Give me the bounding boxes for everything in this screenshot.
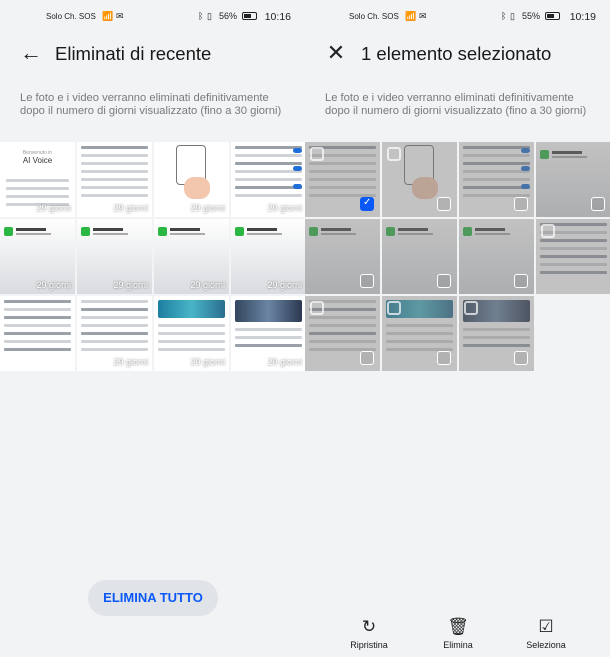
media-thumbnail[interactable]: 29 giorni <box>0 219 75 294</box>
restore-icon: ↻ <box>361 617 377 636</box>
select-label: Seleziona <box>526 640 566 650</box>
carrier-text: Solo Ch. SOS <box>349 12 399 21</box>
battery-icon <box>240 11 257 21</box>
media-thumbnail[interactable] <box>305 296 380 371</box>
media-thumbnail[interactable]: 29 giorni <box>154 219 229 294</box>
days-remaining: 29 giorni <box>190 280 225 290</box>
vibrate-icon: ▯ <box>207 11 212 21</box>
selection-checkbox[interactable] <box>437 197 451 211</box>
trash-icon: 🗑 <box>447 617 469 636</box>
media-thumbnail[interactable] <box>0 296 75 371</box>
title-bar: ✕ 1 elemento selezionato <box>305 38 610 70</box>
restore-label: Ripristina <box>350 640 388 650</box>
selection-checkbox[interactable] <box>514 351 528 365</box>
status-bar: Solo Ch. SOS 📶 ✉ ᛒ ▯ 55% 10:19 <box>305 9 610 25</box>
media-thumbnail[interactable]: 29 giorni <box>77 296 152 371</box>
media-thumbnail[interactable] <box>459 296 534 371</box>
mail-icon: ✉ <box>419 11 427 21</box>
wifi-icon: 📶 <box>102 11 114 21</box>
carrier-text: Solo Ch. SOS <box>46 12 96 21</box>
selection-screen: Solo Ch. SOS 📶 ✉ ᛒ ▯ 55% 10:19 ✕ 1 eleme… <box>305 0 610 657</box>
selection-checkbox[interactable] <box>514 274 528 288</box>
media-thumbnail[interactable] <box>536 219 610 294</box>
back-arrow-icon[interactable]: ← <box>18 40 44 66</box>
selection-checkbox[interactable] <box>437 351 451 365</box>
media-thumbnail[interactable] <box>382 296 457 371</box>
delete-label: Elimina <box>443 640 473 650</box>
recently-deleted-screen: Solo Ch. SOS 📶 ✉ ᛒ ▯ 56% 10:16 ← Elimina… <box>0 0 305 657</box>
days-remaining: 29 giorni <box>267 357 302 367</box>
media-thumbnail[interactable] <box>459 142 534 217</box>
days-remaining: 29 giorni <box>113 357 148 367</box>
retention-description: Le foto e i video verranno eliminati def… <box>20 92 282 117</box>
selection-checkbox[interactable] <box>360 351 374 365</box>
clock: 10:19 <box>569 11 596 23</box>
retention-description: Le foto e i video verranno eliminati def… <box>325 92 587 117</box>
media-thumbnail[interactable]: 29 giorni <box>231 219 305 294</box>
page-title: Eliminati di recente <box>55 43 212 64</box>
delete-button[interactable]: 🗑 Elimina <box>423 616 493 650</box>
battery-percent: 55% <box>522 11 541 21</box>
media-thumbnail[interactable] <box>382 142 457 217</box>
restore-button[interactable]: ↻ Ripristina <box>334 616 404 650</box>
media-thumbnail[interactable]: 29 giorni <box>77 219 152 294</box>
bluetooth-icon: ᛒ <box>501 11 507 21</box>
days-remaining: 29 giorni <box>36 203 71 213</box>
media-thumbnail[interactable] <box>382 219 457 294</box>
days-remaining: 29 giorni <box>190 203 225 213</box>
media-thumbnail-selected[interactable] <box>305 142 380 217</box>
selection-checkbox[interactable] <box>591 197 605 211</box>
selection-checkbox-checked[interactable] <box>360 197 374 211</box>
selection-count-title: 1 elemento selezionato <box>361 43 552 64</box>
days-remaining: 29 giorni <box>267 280 302 290</box>
bottom-action-bar: ↻ Ripristina 🗑 Elimina ☑ Seleziona <box>305 607 610 657</box>
days-remaining: 29 giorni <box>113 203 148 213</box>
vibrate-icon: ▯ <box>510 11 515 21</box>
media-thumbnail[interactable]: 29 giorni <box>231 296 305 371</box>
thumbnail-caption: AI Voice <box>22 156 53 165</box>
selection-checkbox[interactable] <box>360 274 374 288</box>
battery-icon <box>543 11 560 21</box>
delete-all-button[interactable]: ELIMINA TUTTO <box>88 580 218 616</box>
media-thumbnail[interactable]: 29 giorni <box>154 142 229 217</box>
media-thumbnail[interactable]: Benvenuto in AI Voice 29 giorni <box>0 142 75 217</box>
media-thumbnail[interactable] <box>305 219 380 294</box>
selection-checkbox[interactable] <box>514 197 528 211</box>
close-icon[interactable]: ✕ <box>323 40 349 66</box>
bluetooth-icon: ᛒ <box>198 11 204 21</box>
media-thumbnail[interactable] <box>536 142 610 217</box>
media-thumbnail[interactable] <box>459 219 534 294</box>
days-remaining: 29 giorni <box>113 280 148 290</box>
days-remaining: 29 giorni <box>267 203 302 213</box>
clock: 10:16 <box>264 11 291 23</box>
wifi-icon: 📶 <box>405 11 417 21</box>
select-button[interactable]: ☑ Seleziona <box>511 616 581 650</box>
selection-checkbox[interactable] <box>437 274 451 288</box>
status-bar: Solo Ch. SOS 📶 ✉ ᛒ ▯ 56% 10:16 <box>0 9 305 25</box>
title-bar: ← Eliminati di recente <box>0 38 305 70</box>
mail-icon: ✉ <box>116 11 124 21</box>
days-remaining: 29 giorni <box>36 280 71 290</box>
days-remaining: 29 giorni <box>190 357 225 367</box>
media-thumbnail[interactable]: 29 giorni <box>77 142 152 217</box>
select-all-icon: ☑ <box>538 617 554 636</box>
media-thumbnail[interactable]: 29 giorni <box>231 142 305 217</box>
battery-percent: 56% <box>219 11 238 21</box>
media-thumbnail[interactable]: 29 giorni <box>154 296 229 371</box>
